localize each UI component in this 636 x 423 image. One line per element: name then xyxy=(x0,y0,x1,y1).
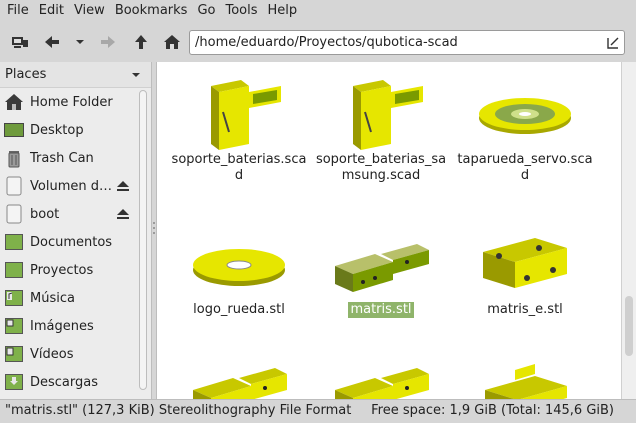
status-bar: "matris.stl" (127,3 KiB) Stereolithograp… xyxy=(0,399,636,423)
menu-bar: File Edit View Bookmarks Go Tools Help xyxy=(0,0,636,22)
places-header[interactable]: Places xyxy=(0,62,151,88)
downloads-folder-icon xyxy=(3,371,25,393)
status-selection: "matris.stl" (127,3 KiB) Stereolithograp… xyxy=(5,403,352,418)
folder-icon xyxy=(3,259,25,281)
sidebar: Places Home Folder Desktop Trash Can Volume… xyxy=(0,62,152,399)
file-item[interactable] xyxy=(453,340,597,399)
sidebar-item-1[interactable]: Desktop xyxy=(0,116,151,144)
model-thumbnail xyxy=(309,340,453,399)
sidebar-item-label: Documentos xyxy=(30,234,113,250)
sidebar-item-label: Desktop xyxy=(30,122,84,138)
file-name: soporte_baterias_samsung.scad xyxy=(315,152,447,183)
sidebar-scroll-thumb[interactable] xyxy=(139,90,147,390)
file-view-scrollbar[interactable] xyxy=(621,62,636,399)
sidebar-item-3[interactable]: Volumen d… xyxy=(0,172,151,200)
sidebar-item-label: Vídeos xyxy=(30,346,74,362)
model-thumbnail xyxy=(453,340,597,399)
sidebar-item-6[interactable]: Proyectos xyxy=(0,256,151,284)
sidebar-item-label: Home Folder xyxy=(30,94,113,110)
places-label: Places xyxy=(5,67,47,82)
chevron-down-icon[interactable] xyxy=(131,71,141,79)
file-name: soporte_baterias.scad xyxy=(171,152,307,183)
file-item[interactable] xyxy=(309,340,453,399)
desktop-icon xyxy=(3,119,25,141)
home-icon[interactable] xyxy=(160,30,184,54)
sidebar-item-8[interactable]: Imágenes xyxy=(0,312,151,340)
clear-icon[interactable] xyxy=(606,36,620,50)
file-name: taparueda_servo.scad xyxy=(457,152,593,183)
sidebar-item-label: boot xyxy=(30,206,60,222)
folder-icon xyxy=(3,231,25,253)
file-item[interactable] xyxy=(167,340,311,399)
home-icon xyxy=(3,91,25,113)
up-icon[interactable] xyxy=(129,30,153,54)
menu-help[interactable]: Help xyxy=(263,0,303,22)
status-free-space: Free space: 1,9 GiB (Total: 145,6 GiB) xyxy=(371,403,614,418)
drive-icon xyxy=(3,175,25,197)
model-thumbnail xyxy=(453,72,597,152)
file-item[interactable]: matris_e.stl xyxy=(453,222,597,318)
model-thumbnail xyxy=(309,72,453,152)
menu-bookmarks[interactable]: Bookmarks xyxy=(110,0,193,22)
menu-view[interactable]: View xyxy=(69,0,110,22)
sidebar-item-10[interactable]: Descargas xyxy=(0,368,151,396)
places-list: Home Folder Desktop Trash Can Volumen d… boo… xyxy=(0,88,151,396)
menu-go[interactable]: Go xyxy=(192,0,220,22)
sidebar-item-label: Descargas xyxy=(30,374,99,390)
pictures-folder-icon xyxy=(3,315,25,337)
file-view: soporte_baterias.scad soporte_baterias_sa… xyxy=(156,62,636,399)
sidebar-item-5[interactable]: Documentos xyxy=(0,228,151,256)
sidebar-item-label: Volumen d… xyxy=(30,178,112,194)
model-thumbnail xyxy=(453,222,597,302)
file-view-scroll-thumb[interactable] xyxy=(625,296,633,356)
trash-icon xyxy=(3,147,25,169)
videos-folder-icon xyxy=(3,343,25,365)
file-item[interactable]: logo_rueda.stl xyxy=(167,222,311,318)
menu-file[interactable]: File xyxy=(2,0,34,22)
back-icon[interactable] xyxy=(40,30,64,54)
model-thumbnail xyxy=(167,72,311,152)
sidebar-item-label: Proyectos xyxy=(30,262,94,278)
file-name: matris_e.stl xyxy=(487,302,563,317)
menu-edit[interactable]: Edit xyxy=(34,0,69,22)
forward-icon xyxy=(96,30,120,54)
model-thumbnail xyxy=(167,340,311,399)
chevron-down-icon[interactable] xyxy=(68,30,92,54)
sidebar-item-label: Imágenes xyxy=(30,318,94,334)
sidebar-item-4[interactable]: boot xyxy=(0,200,151,228)
sidebar-item-label: Trash Can xyxy=(30,150,94,166)
sidebar-item-9[interactable]: Vídeos xyxy=(0,340,151,368)
computer-icon[interactable] xyxy=(8,30,32,54)
location-input[interactable]: /home/eduardo/Proyectos/qubotica-scad xyxy=(189,30,625,55)
sidebar-item-2[interactable]: Trash Can xyxy=(0,144,151,172)
drive-icon xyxy=(3,203,25,225)
sidebar-item-label: Música xyxy=(30,290,75,306)
eject-icon[interactable] xyxy=(116,208,130,224)
sidebar-item-7[interactable]: Música xyxy=(0,284,151,312)
file-name: matris.stl xyxy=(348,302,414,318)
file-item[interactable]: soporte_baterias_samsung.scad xyxy=(309,72,453,184)
file-item[interactable]: taparueda_servo.scad xyxy=(453,72,597,184)
file-item[interactable]: soporte_baterias.scad xyxy=(167,72,311,184)
file-item[interactable]: matris.stl xyxy=(309,222,453,318)
file-name: logo_rueda.stl xyxy=(193,302,285,317)
sidebar-item-0[interactable]: Home Folder xyxy=(0,88,151,116)
model-thumbnail xyxy=(309,222,453,302)
menu-tools[interactable]: Tools xyxy=(220,0,262,22)
sidebar-scrollbar[interactable] xyxy=(137,90,149,395)
model-thumbnail xyxy=(167,222,311,302)
eject-icon[interactable] xyxy=(116,180,130,196)
music-folder-icon xyxy=(3,287,25,309)
